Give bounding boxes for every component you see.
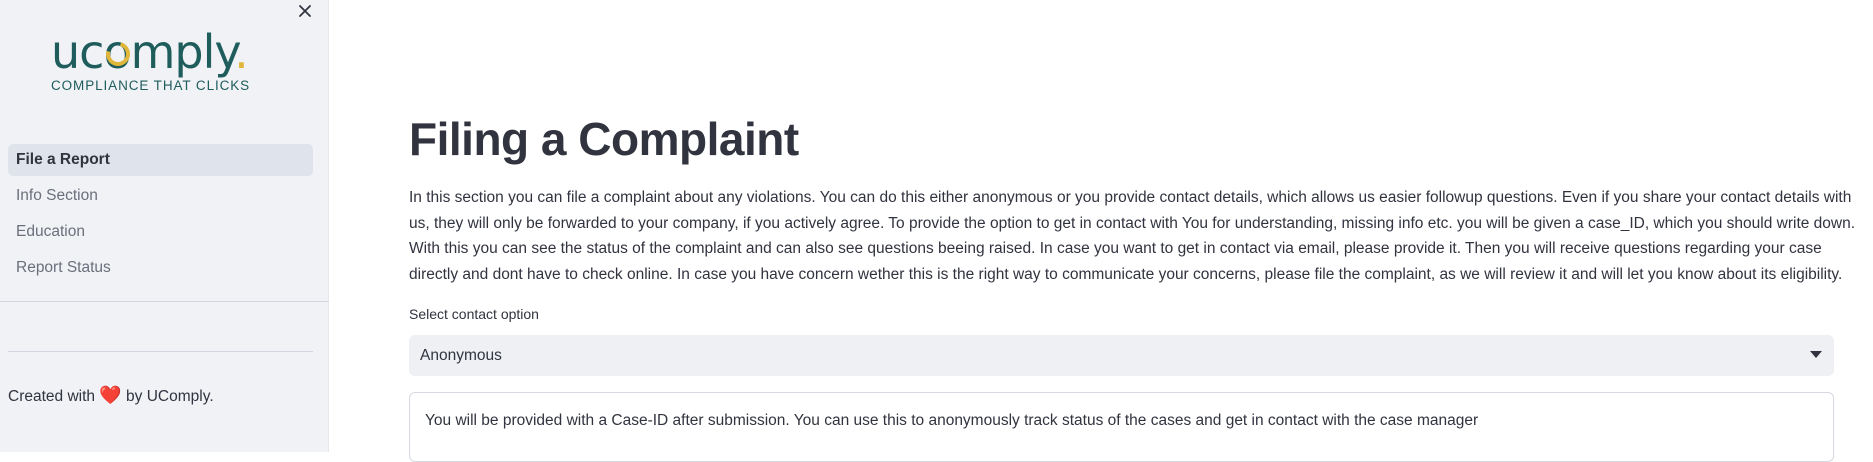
sidebar-item-education[interactable]: Education	[8, 216, 313, 248]
intro-paragraph: In this section you can file a complaint…	[409, 189, 1856, 284]
close-sidebar-button[interactable]	[294, 0, 316, 22]
close-icon	[299, 5, 311, 17]
sidebar-nav: File a Report Info Section Education Rep…	[8, 144, 313, 288]
credit-suffix: by UComply.	[121, 388, 214, 405]
sidebar-divider	[0, 301, 329, 302]
info-box-text: You will be provided with a Case-ID afte…	[425, 412, 1479, 429]
sidebar-item-report-status[interactable]: Report Status	[8, 252, 313, 284]
logo-wordmark: ucomply.	[51, 25, 249, 79]
sidebar: ucomply. COMPLIANCE THAT CLICKS File a R…	[0, 0, 329, 452]
logo-tagline: COMPLIANCE THAT CLICKS	[51, 78, 251, 93]
heart-icon: ❤️	[99, 385, 122, 405]
contact-option-select[interactable]: Anonymous	[409, 335, 1834, 376]
main-content: Filing a Complaint In this section you c…	[329, 0, 1873, 462]
sidebar-item-file-a-report[interactable]: File a Report	[8, 144, 313, 176]
contact-option-value: Anonymous	[420, 346, 502, 364]
chevron-down-icon	[1810, 351, 1822, 358]
sidebar-item-info-section[interactable]: Info Section	[8, 180, 313, 212]
sidebar-divider	[8, 351, 313, 352]
credit-text: Created with ❤️ by UComply.	[8, 385, 214, 406]
page-title: Filing a Complaint	[409, 113, 799, 165]
credit-prefix: Created with	[8, 388, 100, 405]
ucomply-logo: ucomply. COMPLIANCE THAT CLICKS	[51, 28, 251, 98]
contact-option-label: Select contact option	[409, 306, 539, 322]
